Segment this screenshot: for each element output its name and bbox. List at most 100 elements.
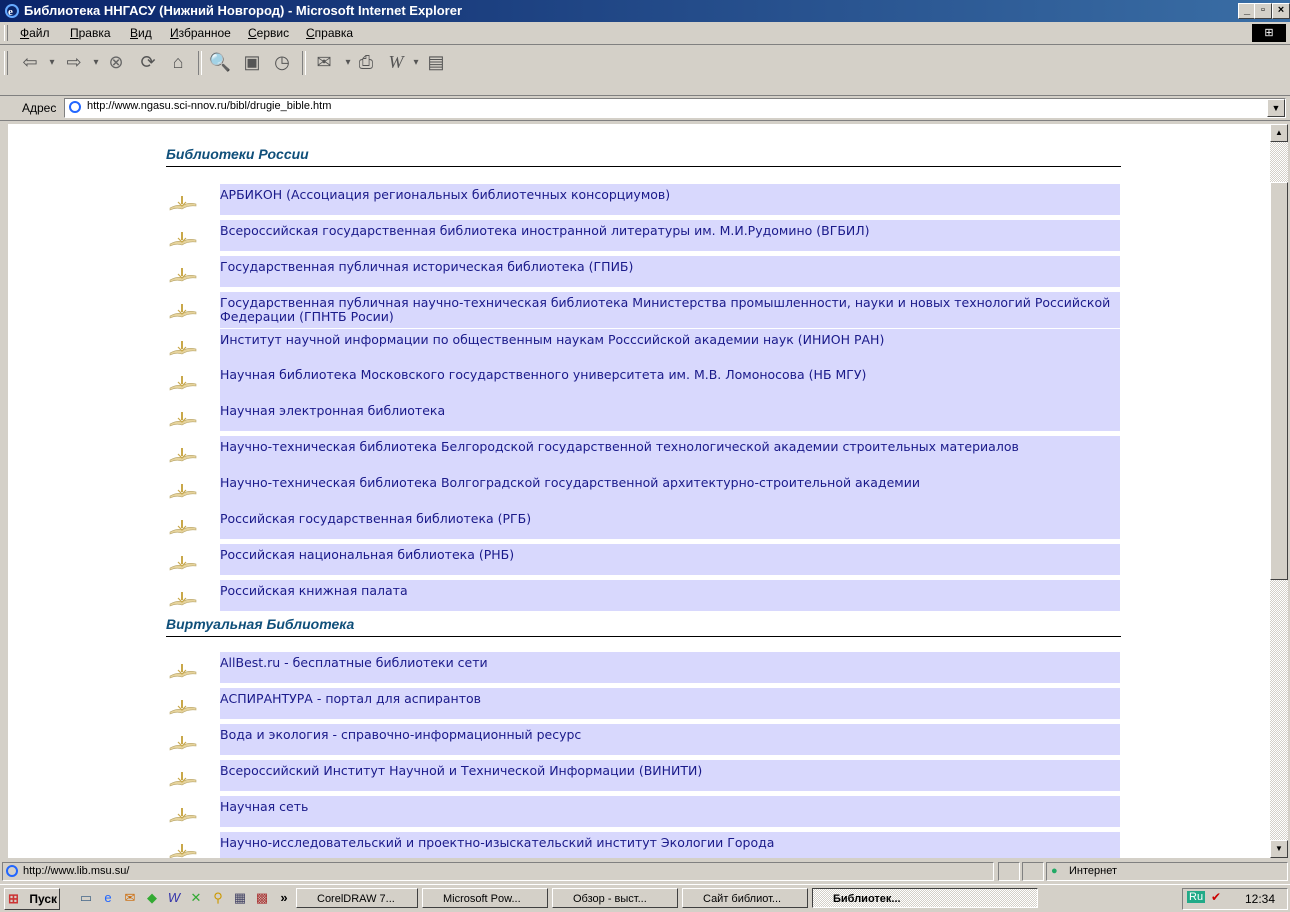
back-icon[interactable]: ⇦ [18, 51, 42, 73]
book-bullet-icon [168, 840, 198, 858]
discuss-icon[interactable]: ▤ [424, 51, 448, 73]
menu-favorites[interactable]: Избранное [170, 26, 231, 40]
section-title: Виртуальная Библиотека [166, 616, 1121, 637]
library-link[interactable]: Российская национальная библиотека (РНБ) [220, 548, 514, 562]
library-link[interactable]: Научно-техническая библиотека Белгородск… [220, 440, 1019, 454]
library-link[interactable]: Всероссийская государственная библиотека… [220, 224, 870, 238]
library-link[interactable]: Вода и экология - справочно-информационн… [220, 728, 581, 742]
close-button[interactable]: × [1272, 3, 1290, 19]
book-bullet-icon [168, 300, 198, 322]
scroll-up-button[interactable]: ▲ [1270, 124, 1288, 142]
start-button[interactable]: ⊞ Пуск [4, 888, 60, 910]
refresh-icon[interactable]: ⟳ [136, 51, 160, 73]
book-bullet-icon [168, 660, 198, 682]
task-powerpoint[interactable]: Microsoft Pow... [422, 888, 548, 908]
library-link[interactable]: АСПИРАНТУРА - портал для аспирантов [220, 692, 481, 706]
word-icon[interactable]: W [166, 890, 182, 906]
library-link[interactable]: Научно-исследовательский и проектно-изыс… [220, 836, 774, 850]
book-bullet-icon [168, 264, 198, 286]
library-link-row: Научно-техническая библиотека Волгоградс… [220, 472, 1120, 508]
book-bullet-icon [168, 372, 198, 394]
ie-page-icon [6, 865, 18, 877]
address-dropdown-button[interactable]: ▼ [1267, 99, 1285, 117]
book-bullet-icon [168, 337, 198, 359]
menu-tools[interactable]: Сервис [248, 26, 289, 40]
status-panel [1022, 862, 1044, 881]
book-bullet-icon [168, 408, 198, 430]
powerpoint-icon[interactable]: ▩ [254, 890, 270, 906]
outlook-icon[interactable]: ✉ [122, 890, 138, 906]
menu-grip [4, 25, 8, 41]
status-url: http://www.lib.msu.su/ [2, 862, 994, 881]
forward-icon[interactable]: ⇨ [62, 51, 86, 73]
toolbar-separator [198, 51, 202, 75]
menu-bar: Файл Правка Вид Избранное Сервис Справка… [0, 22, 1290, 45]
menu-edit[interactable]: Правка [70, 26, 111, 40]
home-icon[interactable]: ⌂ [166, 51, 190, 73]
library-link[interactable]: Институт научной информации по обществен… [220, 333, 884, 347]
favorites-icon[interactable]: ▣ [240, 51, 264, 73]
address-bar: Адрес ▼ [0, 96, 1290, 121]
ie-logo-icon: e [5, 4, 19, 18]
library-link-row: Вода и экология - справочно-информационн… [220, 724, 1120, 755]
quicklaunch-chevron[interactable]: » [276, 890, 292, 906]
book-bullet-icon [168, 192, 198, 214]
show-desktop-icon[interactable]: ▭ [78, 890, 94, 906]
status-bar: http://www.lib.msu.su/ ● Интернет [0, 860, 1290, 882]
title-bar: e Библиотека ННГАСУ (Нижний Новгород) - … [0, 0, 1290, 22]
excel-icon[interactable]: ✕ [188, 890, 204, 906]
history-icon[interactable]: ◷ [270, 51, 294, 73]
menu-help[interactable]: Справка [306, 26, 353, 40]
task-coreldraw[interactable]: CorelDRAW 7... [296, 888, 418, 908]
address-input[interactable] [87, 100, 1257, 112]
library-link[interactable]: Российская государственная библиотека (Р… [220, 512, 531, 526]
scroll-thumb[interactable] [1270, 182, 1288, 580]
status-panel [998, 862, 1020, 881]
address-field[interactable]: ▼ [64, 98, 1286, 118]
task-ie-active[interactable]: Библиотек... [812, 888, 1038, 908]
library-link[interactable]: Научная электронная библиотека [220, 404, 445, 418]
book-bullet-icon [168, 480, 198, 502]
book-bullet-icon [168, 588, 198, 610]
calculator-icon[interactable]: ▦ [232, 890, 248, 906]
library-link-row: AllBest.ru - бесплатные библиотеки сети [220, 652, 1120, 683]
scroll-down-button[interactable]: ▼ [1270, 840, 1288, 858]
library-link[interactable]: Государственная публичная историческая б… [220, 260, 633, 274]
library-link[interactable]: Научная библиотека Московского государст… [220, 368, 866, 382]
library-link[interactable]: АРБИКОН (Ассоциация региональных библиот… [220, 188, 670, 202]
back-dropdown-icon[interactable]: ▾ [40, 51, 64, 73]
search-icon[interactable]: 🔍 [208, 51, 232, 73]
section-header: Библиотеки России [166, 146, 1121, 167]
vertical-scrollbar[interactable]: ▲ ▼ [1270, 124, 1288, 858]
taskbar: ⊞ Пуск ▭ e ✉ ◆ W ✕ ⚲ ▦ ▩ » CorelDRAW 7..… [0, 884, 1290, 912]
book-bullet-icon [168, 552, 198, 574]
library-link[interactable]: Всероссийский Институт Научной и Техниче… [220, 764, 702, 778]
print-icon[interactable]: ⎙ [354, 51, 378, 73]
page-content: Библиотеки России АРБИКОН (Ассоциация рег… [8, 124, 1270, 858]
mail-icon[interactable]: ✉ [312, 51, 336, 73]
library-link[interactable]: Научно-техническая библиотека Волгоградс… [220, 476, 920, 490]
library-link[interactable]: Государственная публичная научно-техниче… [220, 296, 1120, 324]
library-link[interactable]: Российская книжная палата [220, 584, 408, 598]
menu-view[interactable]: Вид [130, 26, 152, 40]
section-title: Библиотеки России [166, 146, 1121, 167]
stop-icon[interactable]: ⊗ [104, 51, 128, 73]
library-link[interactable]: AllBest.ru - бесплатные библиотеки сети [220, 656, 488, 670]
menu-file[interactable]: Файл [20, 26, 50, 40]
window-title: Библиотека ННГАСУ (Нижний Новгород) - Mi… [24, 3, 463, 18]
antivirus-icon[interactable]: ✔ [1211, 890, 1221, 904]
ie-launch-icon[interactable]: e [100, 890, 116, 906]
task-explorer[interactable]: Обзор - выст... [552, 888, 678, 908]
library-link-row: Российская государственная библиотека (Р… [220, 508, 1120, 539]
library-link[interactable]: Научная сеть [220, 800, 308, 814]
task-word[interactable]: Сайт библиот... [682, 888, 808, 908]
library-link-row: Научная библиотека Московского государст… [220, 364, 1120, 400]
coreldraw-icon[interactable]: ◆ [144, 890, 160, 906]
library-link-row: Государственная публичная научно-техниче… [220, 292, 1120, 328]
search-launch-icon[interactable]: ⚲ [210, 890, 226, 906]
restore-button[interactable]: ▫ [1254, 3, 1272, 19]
book-bullet-icon [168, 768, 198, 790]
book-bullet-icon [168, 228, 198, 250]
language-indicator[interactable]: Ru [1187, 891, 1206, 903]
library-link-row: АРБИКОН (Ассоциация региональных библиот… [220, 184, 1120, 215]
